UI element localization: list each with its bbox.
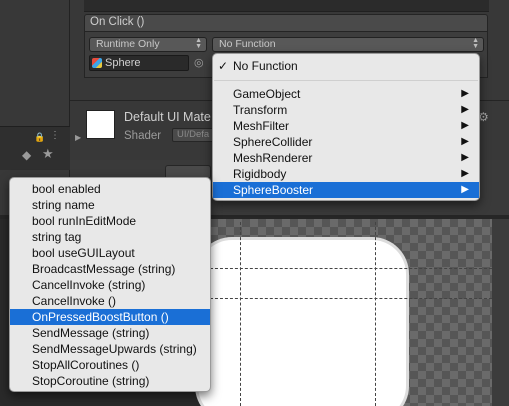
menu-item-label: string name — [32, 198, 95, 212]
menu-item-broadcastmessage[interactable]: BroadcastMessage (string) — [10, 261, 210, 277]
function-dropdown-label: No Function — [219, 38, 276, 50]
inspector-top-strip-right — [489, 0, 509, 12]
object-picker-icon[interactable]: ◎ — [194, 55, 206, 71]
menu-item-label: SendMessageUpwards (string) — [32, 342, 197, 356]
menu-item-no-function[interactable]: ✓ No Function — [213, 58, 479, 74]
menu-item-label: SendMessage (string) — [32, 326, 150, 340]
sphere-object-icon — [92, 58, 102, 68]
menu-item-bool-runineditmode[interactable]: bool runInEditMode — [10, 213, 210, 229]
onclick-event-header — [84, 14, 488, 32]
runtime-dropdown-label: Runtime Only — [96, 38, 160, 50]
dropdown-arrows-icon: ▲ ▼ — [472, 37, 479, 50]
menu-item-onpressedboostbutton[interactable]: OnPressedBoostButton () — [10, 309, 210, 325]
menu-item-label: MeshRenderer — [233, 151, 313, 165]
submenu-arrow-icon: ▶ — [461, 184, 469, 195]
menu-item-label: bool useGUILayout — [32, 246, 135, 260]
submenu-arrow-icon: ▶ — [461, 120, 469, 131]
menu-item-spherecollider[interactable]: SphereCollider ▶ — [213, 134, 479, 150]
slice-guide-vertical — [240, 222, 241, 406]
menu-item-label: bool runInEditMode — [32, 214, 137, 228]
menu-item-stopcoroutine[interactable]: StopCoroutine (string) — [10, 373, 210, 389]
submenu-arrow-icon: ▶ — [461, 168, 469, 179]
material-name: Default UI Mate — [124, 110, 211, 124]
menu-item-string-tag[interactable]: string tag — [10, 229, 210, 245]
menu-item-label: OnPressedBoostButton () — [32, 310, 169, 324]
menu-item-label: string tag — [32, 230, 82, 244]
menu-item-cancelinvoke-string[interactable]: CancelInvoke (string) — [10, 277, 210, 293]
menu-item-label: Transform — [233, 103, 288, 117]
menu-item-label: BroadcastMessage (string) — [32, 262, 176, 276]
slice-guide-horizontal — [210, 298, 492, 299]
menu-item-bool-enabled[interactable]: bool enabled — [10, 181, 210, 197]
menu-item-label: SphereBooster — [233, 183, 314, 197]
function-dropdown[interactable]: No Function ▲ ▼ — [212, 37, 484, 52]
shader-label: Shader — [124, 130, 162, 142]
menu-item-sendmessage[interactable]: SendMessage (string) — [10, 325, 210, 341]
check-icon: ✓ — [218, 59, 229, 73]
lock-icon[interactable]: 🔒 — [34, 132, 45, 143]
menu-item-label: No Function — [233, 59, 298, 73]
slice-guide-vertical — [375, 222, 376, 406]
menu-item-spherebooster[interactable]: SphereBooster ▶ — [213, 182, 479, 198]
tag-icon[interactable]: ◆ — [22, 148, 31, 162]
menu-separator — [214, 80, 478, 81]
shader-dropdown[interactable]: UI/Defa — [172, 128, 216, 142]
menu-item-sendmessageupwards[interactable]: SendMessageUpwards (string) — [10, 341, 210, 357]
menu-item-label: MeshFilter — [233, 119, 290, 133]
function-popup-menu: ✓ No Function GameObject ▶ Transform ▶ M… — [212, 53, 480, 201]
menu-item-stopallcoroutines[interactable]: StopAllCoroutines () — [10, 357, 210, 373]
target-object-label: Sphere — [105, 57, 141, 69]
menu-item-meshfilter[interactable]: MeshFilter ▶ — [213, 118, 479, 134]
menu-item-label: StopCoroutine (string) — [32, 374, 150, 388]
menu-item-label: bool enabled — [32, 182, 101, 196]
submenu-arrow-icon: ▶ — [461, 152, 469, 163]
runtime-dropdown[interactable]: Runtime Only ▲ ▼ — [89, 37, 207, 52]
submenu-arrow-icon: ▶ — [461, 104, 469, 115]
menu-item-gameobject[interactable]: GameObject ▶ — [213, 86, 479, 102]
submenu-arrow-icon: ▶ — [461, 88, 469, 99]
slice-guide-horizontal — [210, 268, 492, 269]
submenu-arrow-icon: ▶ — [461, 136, 469, 147]
dropdown-arrows-icon: ▲ ▼ — [195, 37, 202, 50]
method-popup-menu: bool enabled string name bool runInEditM… — [9, 177, 211, 392]
material-thumbnail — [86, 110, 115, 139]
onclick-title: On Click () — [90, 16, 145, 28]
menu-item-meshrenderer[interactable]: MeshRenderer ▶ — [213, 150, 479, 166]
menu-item-rigidbody[interactable]: Rigidbody ▶ — [213, 166, 479, 182]
menu-item-label: SphereCollider — [233, 135, 313, 149]
menu-item-label: CancelInvoke () — [32, 294, 117, 308]
shader-dropdown-value: UI/Defa — [177, 129, 210, 140]
menu-item-transform[interactable]: Transform ▶ — [213, 102, 479, 118]
menu-item-label: StopAllCoroutines () — [32, 358, 140, 372]
foldout-arrow-icon[interactable]: ▶ — [75, 133, 81, 142]
preview-scrollbar[interactable] — [492, 219, 509, 406]
inspector-top-strip — [84, 0, 489, 12]
star-icon[interactable]: ★ — [42, 146, 54, 162]
menu-item-string-name[interactable]: string name — [10, 197, 210, 213]
menu-item-bool-useguilayout[interactable]: bool useGUILayout — [10, 245, 210, 261]
menu-item-label: CancelInvoke (string) — [32, 278, 146, 292]
menu-item-label: GameObject — [233, 87, 301, 101]
menu-item-label: Rigidbody — [233, 167, 287, 181]
panel-menu-icon[interactable]: ⋮ — [50, 130, 60, 141]
menu-item-cancelinvoke[interactable]: CancelInvoke () — [10, 293, 210, 309]
target-object-field[interactable]: Sphere — [89, 55, 189, 71]
